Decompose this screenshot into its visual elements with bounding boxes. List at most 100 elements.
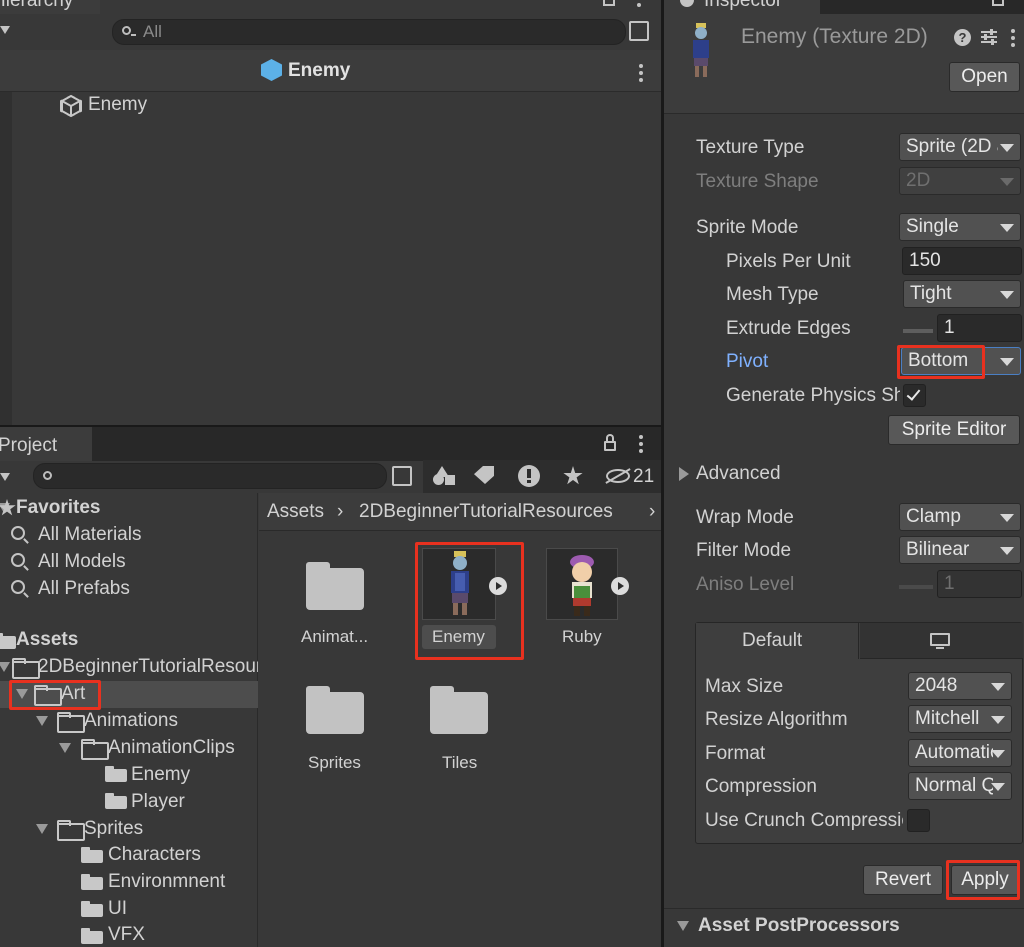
inspector-lock-icon[interactable] (992, 0, 1004, 6)
asset-folder-tiles-label[interactable]: Tiles (442, 751, 477, 775)
pixels-per-unit-label: Pixels Per Unit (726, 251, 851, 272)
project-menu-icon[interactable] (639, 435, 643, 453)
extrude-edges-slider-track[interactable] (903, 329, 933, 333)
generate-physics-label: Generate Physics Shape (726, 385, 900, 406)
sprite-mode-dropdown[interactable]: Single (899, 213, 1021, 241)
asset-folder-sprites-label[interactable]: Sprites (308, 751, 361, 775)
help-icon[interactable]: ? (954, 29, 971, 46)
hierarchy-menu-icon[interactable] (637, 0, 641, 14)
tree-expand-arrow[interactable] (36, 716, 48, 726)
horizontal-splitter[interactable] (0, 425, 661, 427)
vertical-splitter[interactable] (661, 0, 664, 947)
max-size-dropdown[interactable]: 2048 (908, 672, 1012, 700)
tree-characters[interactable]: Characters (108, 843, 201, 867)
aniso-level-value: 1 (944, 573, 955, 594)
wrap-mode-dropdown[interactable]: Clamp (899, 503, 1021, 531)
platform-tab-default-label: Default (742, 630, 803, 651)
revert-button[interactable]: Revert (863, 865, 943, 895)
project-lock-icon[interactable] (604, 441, 616, 451)
asset-folder-tiles-icon[interactable] (430, 686, 488, 734)
extrude-edges-input[interactable]: 1 (937, 314, 1022, 342)
sprite-editor-button[interactable]: Sprite Editor (888, 415, 1020, 445)
folder-icon (105, 766, 127, 782)
hierarchy-search-input[interactable]: All (112, 19, 626, 45)
project-tab-label: Project (0, 435, 58, 456)
tree-animations[interactable]: Animations (84, 709, 178, 733)
tree-sprites[interactable]: Sprites (84, 817, 143, 841)
platform-tab-standalone[interactable] (860, 623, 1023, 659)
project-search-input[interactable] (33, 463, 387, 489)
favorite-all-materials[interactable]: All Materials (38, 523, 141, 547)
aniso-level-slider-track[interactable] (899, 585, 933, 589)
mesh-type-dropdown[interactable]: Tight (903, 280, 1021, 308)
hierarchy-tab[interactable]: Hierarchy (0, 0, 100, 14)
sprite-mode-value: Single (906, 216, 959, 237)
platform-tab-default[interactable]: Default (696, 623, 859, 659)
texture-shape-value: 2D (906, 170, 931, 191)
advanced-foldout[interactable]: Advanced (696, 462, 781, 486)
generate-physics-checkbox[interactable] (903, 384, 926, 407)
format-dropdown[interactable]: Automatic (908, 739, 1012, 767)
resize-algorithm-label: Resize Algorithm (705, 709, 848, 730)
apply-highlight (946, 860, 1020, 900)
texture-type-dropdown[interactable]: Sprite (2D and UI) (899, 133, 1021, 161)
inspector-divider (664, 908, 1024, 909)
breadcrumb-resources[interactable]: 2DBeginnerTutorialResources (359, 500, 613, 524)
tree-ui[interactable]: UI (108, 897, 127, 921)
breadcrumb: Assets › 2DBeginnerTutorialResources › (259, 493, 661, 531)
project-search-by-type-icon[interactable] (392, 466, 412, 486)
resize-algorithm-dropdown[interactable]: Mitchell (908, 705, 1012, 733)
tree-expand-arrow[interactable] (0, 662, 10, 672)
tree-expand-arrow[interactable] (59, 743, 71, 753)
filter-by-log-type-icon[interactable] (518, 465, 540, 487)
asset-postprocessors-foldout[interactable]: Asset PostProcessors (698, 914, 900, 938)
tree-vfx[interactable]: VFX (108, 923, 145, 947)
asset-postprocessors-expand-arrow[interactable] (677, 921, 689, 931)
inspector-tab[interactable]: Inspector (664, 0, 820, 14)
project-tab[interactable]: Project (0, 427, 92, 461)
hierarchy-lock-icon[interactable] (603, 0, 615, 6)
compression-value: Normal Quality (915, 775, 993, 796)
use-crunch-checkbox[interactable] (907, 809, 930, 832)
filter-mode-dropdown[interactable]: Bilinear (899, 536, 1021, 564)
compression-label: Compression (705, 776, 817, 797)
max-size-value: 2048 (915, 675, 958, 696)
prefab-header-menu-icon[interactable] (639, 64, 643, 82)
hierarchy-create-dropdown-icon[interactable] (0, 26, 10, 34)
tree-player[interactable]: Player (131, 790, 185, 814)
breadcrumb-assets[interactable]: Assets (267, 500, 324, 524)
sprite-mode-label: Sprite Mode (696, 217, 799, 238)
preset-settings-icon[interactable] (980, 28, 998, 46)
tree-assets[interactable]: Assets (16, 628, 78, 652)
prefab-scene-header: Enemy (0, 50, 661, 92)
filter-by-type-icon[interactable] (433, 466, 455, 486)
pixels-per-unit-value: 150 (909, 250, 941, 271)
texture-shape-dropdown[interactable]: 2D (899, 167, 1021, 195)
asset-ruby-label[interactable]: Ruby (562, 625, 602, 649)
favorite-all-prefabs[interactable]: All Prefabs (38, 577, 130, 601)
hierarchy-search-by-type-icon[interactable] (629, 21, 649, 41)
asset-folder-sprites-icon[interactable] (306, 686, 364, 734)
pixels-per-unit-input[interactable]: 150 (902, 247, 1022, 275)
ruby-expand-play-icon[interactable] (611, 577, 629, 595)
open-button[interactable]: Open (949, 62, 1020, 92)
mesh-type-value: Tight (910, 283, 952, 304)
tree-enemy[interactable]: Enemy (131, 763, 190, 787)
asset-folder-animations-icon[interactable] (306, 562, 364, 610)
asset-folder-animations-label[interactable]: Animat... (301, 625, 368, 649)
search-dropdown-icon (131, 34, 136, 36)
hierarchy-item-enemy[interactable]: Enemy (88, 93, 147, 117)
compression-dropdown[interactable]: Normal Quality (908, 772, 1012, 800)
advanced-expand-arrow[interactable] (679, 467, 689, 481)
tree-expand-arrow[interactable] (36, 824, 48, 834)
favorite-all-models[interactable]: All Models (38, 550, 126, 574)
inspector-menu-icon[interactable] (1011, 29, 1015, 47)
project-create-dropdown-icon[interactable] (0, 473, 10, 481)
tree-2dbeginner-resources[interactable]: 2DBeginnerTutorialResources (38, 655, 258, 679)
prefab-cube-icon (261, 59, 282, 81)
search-icon (122, 26, 131, 35)
favorites-label[interactable]: Favorites (16, 496, 100, 520)
tree-environment[interactable]: Environmnent (108, 870, 225, 894)
aniso-level-input[interactable]: 1 (937, 570, 1022, 598)
tree-animationclips[interactable]: AnimationClips (108, 736, 235, 760)
